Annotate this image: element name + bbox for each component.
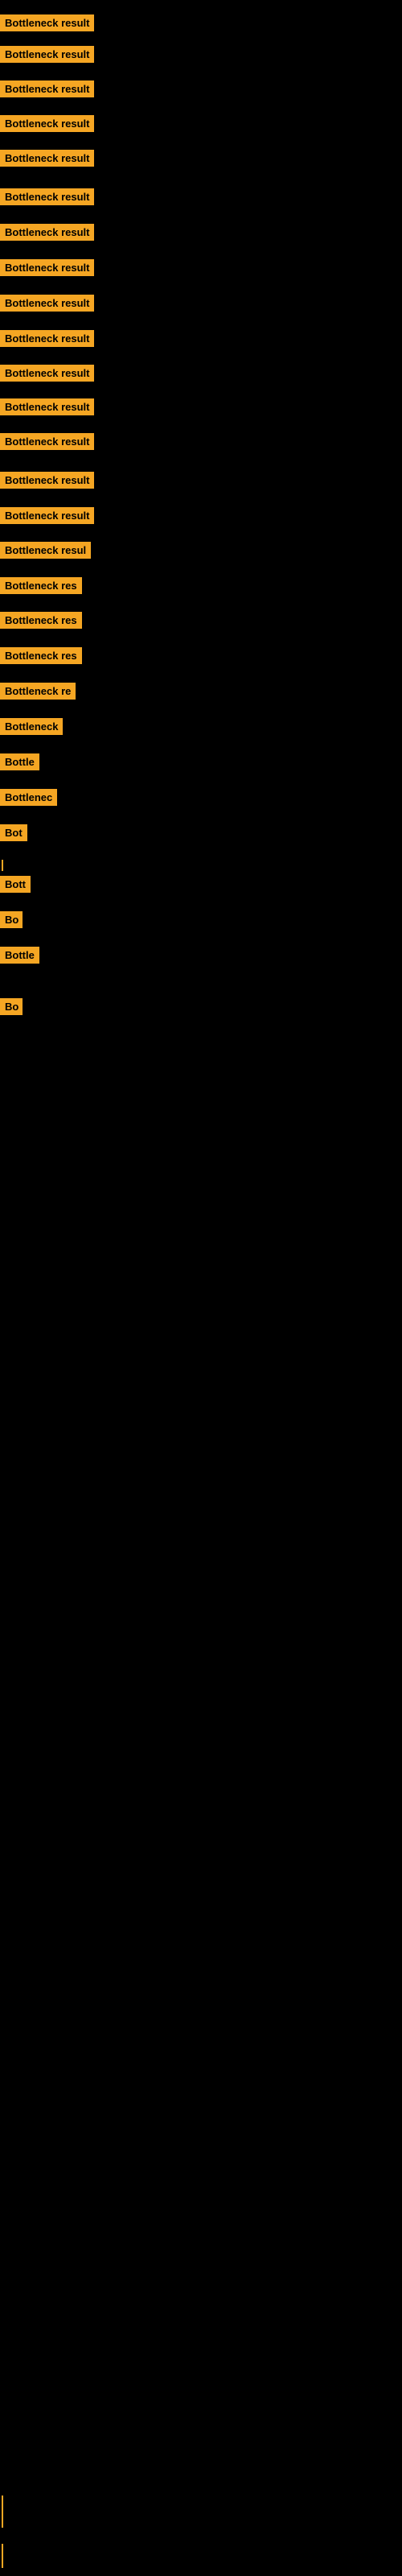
bottleneck-row: Bottleneck result xyxy=(0,398,94,419)
bottleneck-badge: Bottleneck result xyxy=(0,46,94,63)
bottleneck-badge: Bottleneck res xyxy=(0,577,82,594)
bottleneck-badge: Bo xyxy=(0,911,23,928)
vertical-line xyxy=(2,2544,3,2568)
bottleneck-row: Bottleneck resul xyxy=(0,542,91,563)
bottleneck-badge: Bottle xyxy=(0,947,39,964)
bottleneck-badge: Bottleneck result xyxy=(0,433,94,450)
bottleneck-badge: Bottleneck res xyxy=(0,647,82,664)
bottleneck-badge: Bott xyxy=(0,876,31,893)
bottleneck-row: Bottleneck res xyxy=(0,612,82,633)
bottleneck-badge: Bottleneck result xyxy=(0,295,94,312)
bottleneck-row: Bott xyxy=(0,876,31,897)
bottleneck-row: Bottleneck re xyxy=(0,683,76,704)
bottleneck-row: Bottleneck result xyxy=(0,150,94,171)
bottleneck-badge: Bottleneck result xyxy=(0,330,94,347)
bottleneck-badge: Bottleneck result xyxy=(0,259,94,276)
bottleneck-row: Bottleneck result xyxy=(0,14,94,35)
bottleneck-badge: Bottleneck res xyxy=(0,612,82,629)
bottleneck-row: Bottleneck result xyxy=(0,365,94,386)
bottleneck-row: Bottleneck result xyxy=(0,188,94,209)
bottleneck-badge: Bottleneck resul xyxy=(0,542,91,559)
bottleneck-badge: Bottlenec xyxy=(0,789,57,806)
bottleneck-badge: Bottleneck result xyxy=(0,150,94,167)
bottleneck-row: Bottleneck result xyxy=(0,507,94,528)
bottleneck-row: Bo xyxy=(0,998,23,1019)
bottleneck-row: Bottleneck result xyxy=(0,433,94,454)
bottleneck-row: Bottleneck result xyxy=(0,295,94,316)
bottleneck-row: Bottleneck result xyxy=(0,472,94,493)
bottleneck-badge: Bottleneck xyxy=(0,718,63,735)
bottleneck-badge: Bottleneck result xyxy=(0,472,94,489)
bottleneck-row: Bot xyxy=(0,824,27,845)
vertical-line xyxy=(2,2496,3,2528)
bottleneck-badge: Bottleneck result xyxy=(0,115,94,132)
bottleneck-badge: Bottleneck result xyxy=(0,365,94,382)
bottleneck-badge: Bottleneck result xyxy=(0,224,94,241)
bottleneck-badge: Bottleneck re xyxy=(0,683,76,700)
bottleneck-row: Bottleneck res xyxy=(0,647,82,668)
bottleneck-row: Bottleneck result xyxy=(0,46,94,67)
bottleneck-row: Bottleneck result xyxy=(0,80,94,101)
bottleneck-badge: Bottleneck result xyxy=(0,80,94,97)
bottleneck-row: Bottleneck res xyxy=(0,577,82,598)
bottleneck-row: Bo xyxy=(0,911,23,932)
bottleneck-row: Bottleneck result xyxy=(0,224,94,245)
site-title xyxy=(0,0,402,13)
bottleneck-badge: Bottleneck result xyxy=(0,14,94,31)
bottleneck-badge: Bottleneck result xyxy=(0,507,94,524)
bottleneck-row: Bottleneck result xyxy=(0,115,94,136)
bottleneck-badge: Bottleneck result xyxy=(0,398,94,415)
bottleneck-badge: Bottle xyxy=(0,753,39,770)
bottleneck-row: Bottlenec xyxy=(0,789,57,810)
bottleneck-row: Bottleneck xyxy=(0,718,63,739)
bottleneck-row: Bottleneck result xyxy=(0,259,94,280)
bottleneck-row: Bottle xyxy=(0,947,39,968)
bottleneck-badge: Bottleneck result xyxy=(0,188,94,205)
bottleneck-badge: Bo xyxy=(0,998,23,1015)
bottleneck-badge: Bot xyxy=(0,824,27,841)
bottleneck-row: Bottleneck result xyxy=(0,330,94,351)
bottleneck-row: Bottle xyxy=(0,753,39,774)
vertical-line xyxy=(2,860,3,871)
